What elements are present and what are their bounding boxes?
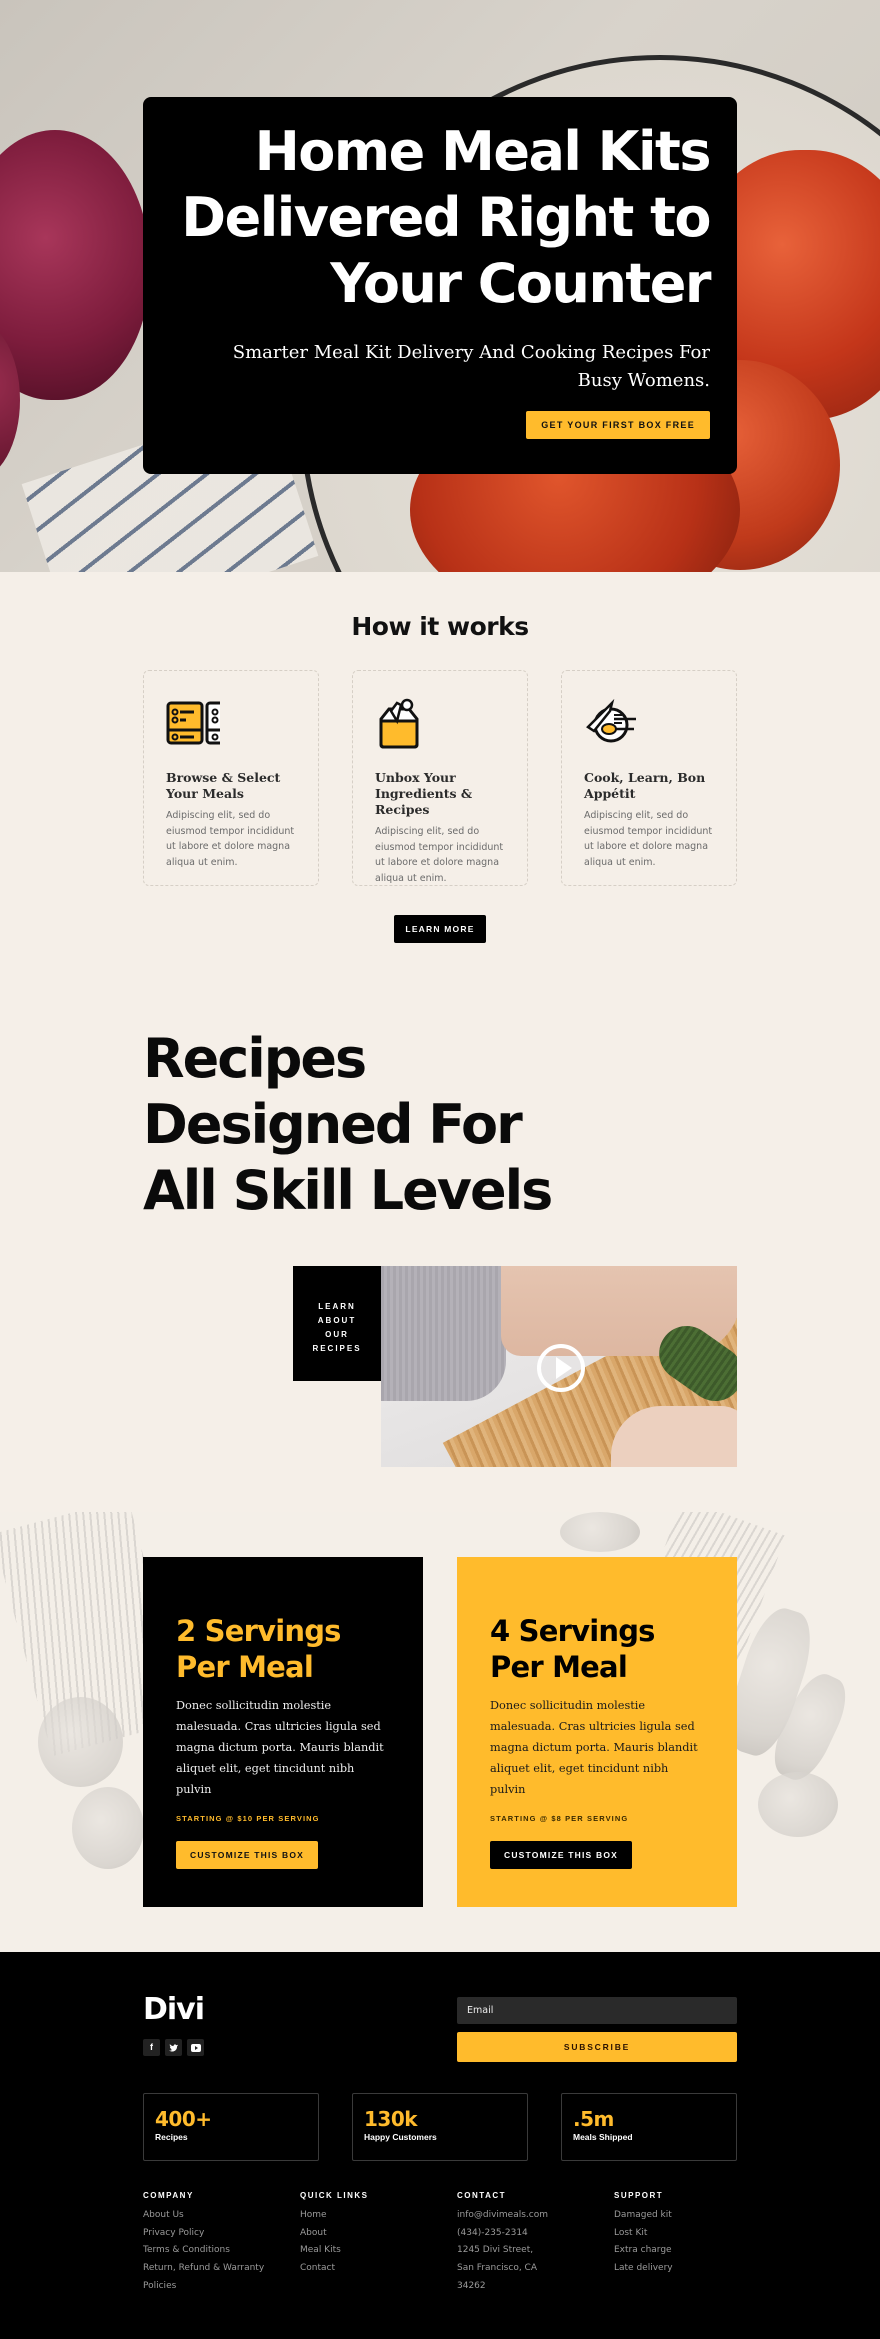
footer-link[interactable]: About Us xyxy=(143,2207,283,2225)
grocery-bag-icon xyxy=(379,698,419,749)
footer-logo[interactable]: Divi xyxy=(143,1992,205,2027)
customize-box-button[interactable]: CUSTOMIZE THIS BOX xyxy=(490,1841,633,1869)
pricing-title: 2 Servings Per Meal xyxy=(176,1614,341,1684)
step-card: Unbox Your Ingredients & Recipes Adipisc… xyxy=(352,670,528,886)
step-card: Cook, Learn, Bon Appétit Adipiscing elit… xyxy=(561,670,737,886)
stat-box: 400+ Recipes xyxy=(143,2093,319,2161)
step-title: Browse & Select Your Meals xyxy=(166,770,281,801)
footer-address: 1245 Divi Street, San Francisco, CA 3426… xyxy=(457,2245,537,2291)
youtube-icon[interactable] xyxy=(187,2039,204,2056)
footer-link[interactable]: About xyxy=(300,2225,440,2243)
footer-link[interactable]: Contact xyxy=(300,2260,440,2278)
pricing-text: Donec sollicitudin molestie malesuada. C… xyxy=(490,1699,698,1796)
hero-title: Home Meal Kits Delivered Right to Your C… xyxy=(181,120,711,315)
pricing-section xyxy=(0,1512,880,1952)
twitter-icon[interactable] xyxy=(165,2039,182,2056)
stat-label: Recipes xyxy=(155,2132,188,2142)
footer-link[interactable]: Lost Kit xyxy=(614,2225,754,2243)
footer-phone-link[interactable]: (434)-235-2314 xyxy=(457,2225,597,2243)
step-text: Adipiscing elit, sed do eiusmod tempor i… xyxy=(166,810,295,868)
step-text: Adipiscing elit, sed do eiusmod tempor i… xyxy=(584,810,713,868)
onion-image xyxy=(38,1697,123,1787)
video-label-line: ABOUT xyxy=(317,1316,357,1325)
how-it-works-title: How it works xyxy=(351,612,529,641)
video-label-line: OUR xyxy=(325,1330,349,1339)
stat-box: 130k Happy Customers xyxy=(352,2093,528,2161)
footer-column-title: COMPANY xyxy=(143,2191,194,2200)
twitter-bird-glyph xyxy=(169,2044,178,2052)
recipes-title-line: Recipes xyxy=(143,1027,367,1090)
pricing-title: 4 Servings Per Meal xyxy=(490,1614,655,1684)
recipes-title-line: Designed For xyxy=(143,1093,523,1156)
stat-value: .5m xyxy=(573,2107,614,2131)
footer-link[interactable]: Home xyxy=(300,2207,440,2225)
video-label-line: LEARN xyxy=(318,1302,356,1311)
recipe-video[interactable] xyxy=(381,1266,737,1467)
footer-link[interactable]: Damaged kit xyxy=(614,2207,754,2225)
footer-column-company: COMPANY About Us Privacy Policy Terms & … xyxy=(143,2191,283,2296)
footer-column-quick-links: QUICK LINKS Home About Meal Kits Contact xyxy=(300,2191,440,2278)
stat-label: Happy Customers xyxy=(364,2132,437,2142)
garlic-image xyxy=(560,1512,640,1552)
hand-image xyxy=(611,1406,737,1467)
footer-link[interactable]: Late delivery xyxy=(614,2260,754,2278)
stat-label: Meals Shipped xyxy=(573,2132,633,2142)
video-label-line: RECIPES xyxy=(312,1344,362,1353)
footer-column-title: SUPPORT xyxy=(614,2191,664,2200)
learn-more-button[interactable]: LEARN MORE xyxy=(394,915,486,943)
footer-column-support: SUPPORT Damaged kit Lost Kit Extra charg… xyxy=(614,2191,754,2278)
footer-link[interactable]: Terms & Conditions xyxy=(143,2242,283,2260)
pricing-card-2-servings: 2 Servings Per Meal Donec sollicitudin m… xyxy=(143,1557,423,1907)
footer-column-contact: CONTACT info@divimeals.com (434)-235-231… xyxy=(457,2191,597,2296)
step-title: Unbox Your Ingredients & Recipes xyxy=(375,770,473,817)
footer-link[interactable]: Meal Kits xyxy=(300,2242,440,2260)
footer-link[interactable]: Extra charge xyxy=(614,2242,754,2260)
get-first-box-button[interactable]: GET YOUR FIRST BOX FREE xyxy=(526,411,710,439)
customize-box-button[interactable]: CUSTOMIZE THIS BOX xyxy=(176,1841,319,1869)
tomato-image xyxy=(72,1787,144,1869)
step-card: Browse & Select Your Meals Adipiscing el… xyxy=(143,670,319,886)
footer-link[interactable]: Return, Refund & Warranty Policies xyxy=(143,2260,268,2295)
pricing-starting: STARTING @ $10 PER SERVING xyxy=(176,1814,320,1823)
hero-subtitle: Smarter Meal Kit Delivery And Cooking Re… xyxy=(232,342,710,391)
facebook-icon[interactable]: f xyxy=(143,2039,160,2056)
play-icon[interactable] xyxy=(537,1344,585,1392)
youtube-play-glyph xyxy=(190,2043,201,2052)
pricing-starting: STARTING @ $8 PER SERVING xyxy=(490,1814,629,1823)
subscribe-button[interactable]: SUBSCRIBE xyxy=(457,2032,737,2062)
stat-box: .5m Meals Shipped xyxy=(561,2093,737,2161)
step-title: Cook, Learn, Bon Appétit xyxy=(584,770,706,801)
tomato-image xyxy=(758,1772,838,1837)
pricing-card-4-servings: 4 Servings Per Meal Donec sollicitudin m… xyxy=(457,1557,737,1907)
email-input[interactable] xyxy=(457,1997,737,2024)
step-text: Adipiscing elit, sed do eiusmod tempor i… xyxy=(375,826,504,884)
stat-value: 400+ xyxy=(155,2107,212,2131)
sleeve-image xyxy=(381,1266,506,1401)
footer-link[interactable]: Privacy Policy xyxy=(143,2225,283,2243)
hero-onion-image xyxy=(0,130,150,400)
video-label: LEARN ABOUT OUR RECIPES xyxy=(293,1266,381,1381)
footer-column-title: QUICK LINKS xyxy=(300,2191,369,2200)
menu-list-icon xyxy=(166,701,220,745)
recipes-title: Recipes Designed For All Skill Levels xyxy=(143,1026,553,1224)
footer-email-link[interactable]: info@divimeals.com xyxy=(457,2207,597,2225)
plate-cutlery-icon xyxy=(586,698,636,743)
footer-column-title: CONTACT xyxy=(457,2191,507,2200)
pricing-text: Donec sollicitudin molestie malesuada. C… xyxy=(176,1699,384,1796)
recipes-title-line: All Skill Levels xyxy=(143,1159,553,1222)
hero-card: Home Meal Kits Delivered Right to Your C… xyxy=(143,97,737,474)
stat-value: 130k xyxy=(364,2107,418,2131)
